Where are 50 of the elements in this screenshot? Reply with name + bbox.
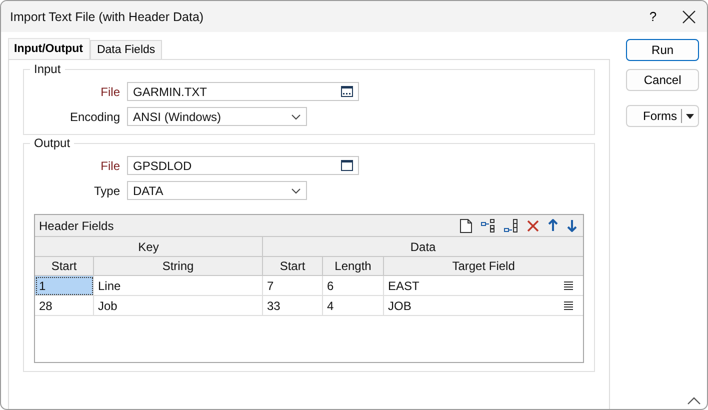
- table-cell[interactable]: 28: [35, 296, 94, 316]
- browse-icon[interactable]: [341, 86, 353, 97]
- window-icon[interactable]: [341, 160, 353, 171]
- button[interactable]: Run: [626, 39, 699, 61]
- arrow-down-icon[interactable]: [567, 219, 578, 232]
- new-document-icon[interactable]: [460, 218, 472, 232]
- input-field[interactable]: GARMIN.TXT: [127, 82, 359, 101]
- dropdown[interactable]: DATA: [127, 181, 307, 200]
- table-cell[interactable]: 1: [35, 276, 94, 296]
- button[interactable]: Cancel: [626, 69, 699, 91]
- split-button[interactable]: Forms: [626, 105, 699, 127]
- table-cell[interactable]: Line: [94, 276, 262, 296]
- arrow-up-icon[interactable]: [548, 219, 558, 232]
- table-cell[interactable]: EAST: [388, 278, 420, 292]
- column-header[interactable]: Target Field: [384, 256, 584, 276]
- column-header[interactable]: Start: [35, 256, 94, 276]
- delete-icon[interactable]: [527, 220, 540, 232]
- field-label: Type: [92, 184, 120, 198]
- grid-title: Header Fields: [39, 218, 114, 232]
- column-group-header: Data: [262, 237, 584, 256]
- table-cell[interactable]: 4: [322, 296, 384, 316]
- collapse-icon[interactable]: [687, 397, 701, 405]
- help-button[interactable]: ?: [635, 1, 671, 32]
- column-header[interactable]: Start: [262, 256, 322, 276]
- table-cell[interactable]: 6: [322, 276, 384, 296]
- window-title: Import Text File (with Header Data): [9, 10, 205, 24]
- list-icon[interactable]: [564, 281, 574, 290]
- chevron-down-icon: [291, 188, 301, 194]
- caret-icon: [686, 114, 694, 118]
- insert-row-icon[interactable]: [481, 218, 496, 232]
- field-label: Encoding: [68, 110, 120, 124]
- table-cell[interactable]: 33: [262, 296, 322, 316]
- tab[interactable]: Input/Output: [8, 38, 90, 59]
- field-label: File: [100, 84, 120, 98]
- column-header[interactable]: Length: [322, 256, 384, 276]
- table-cell[interactable]: 7: [262, 276, 322, 296]
- close-icon: [682, 10, 696, 24]
- table-cell[interactable]: Job: [94, 296, 262, 316]
- field-label: File: [100, 158, 120, 172]
- table-cell[interactable]: JOB: [388, 298, 412, 312]
- dropdown[interactable]: ANSI (Windows): [127, 107, 307, 126]
- tab[interactable]: Data Fields: [90, 40, 162, 59]
- group-title: Output: [30, 136, 74, 150]
- group-title: Input: [30, 62, 65, 76]
- list-icon[interactable]: [564, 301, 574, 310]
- column-group-header: Key: [35, 237, 262, 256]
- column-header[interactable]: String: [94, 256, 262, 276]
- append-row-icon[interactable]: [504, 218, 518, 232]
- input-field[interactable]: GPSDLOD: [127, 156, 359, 175]
- chevron-down-icon: [291, 114, 301, 120]
